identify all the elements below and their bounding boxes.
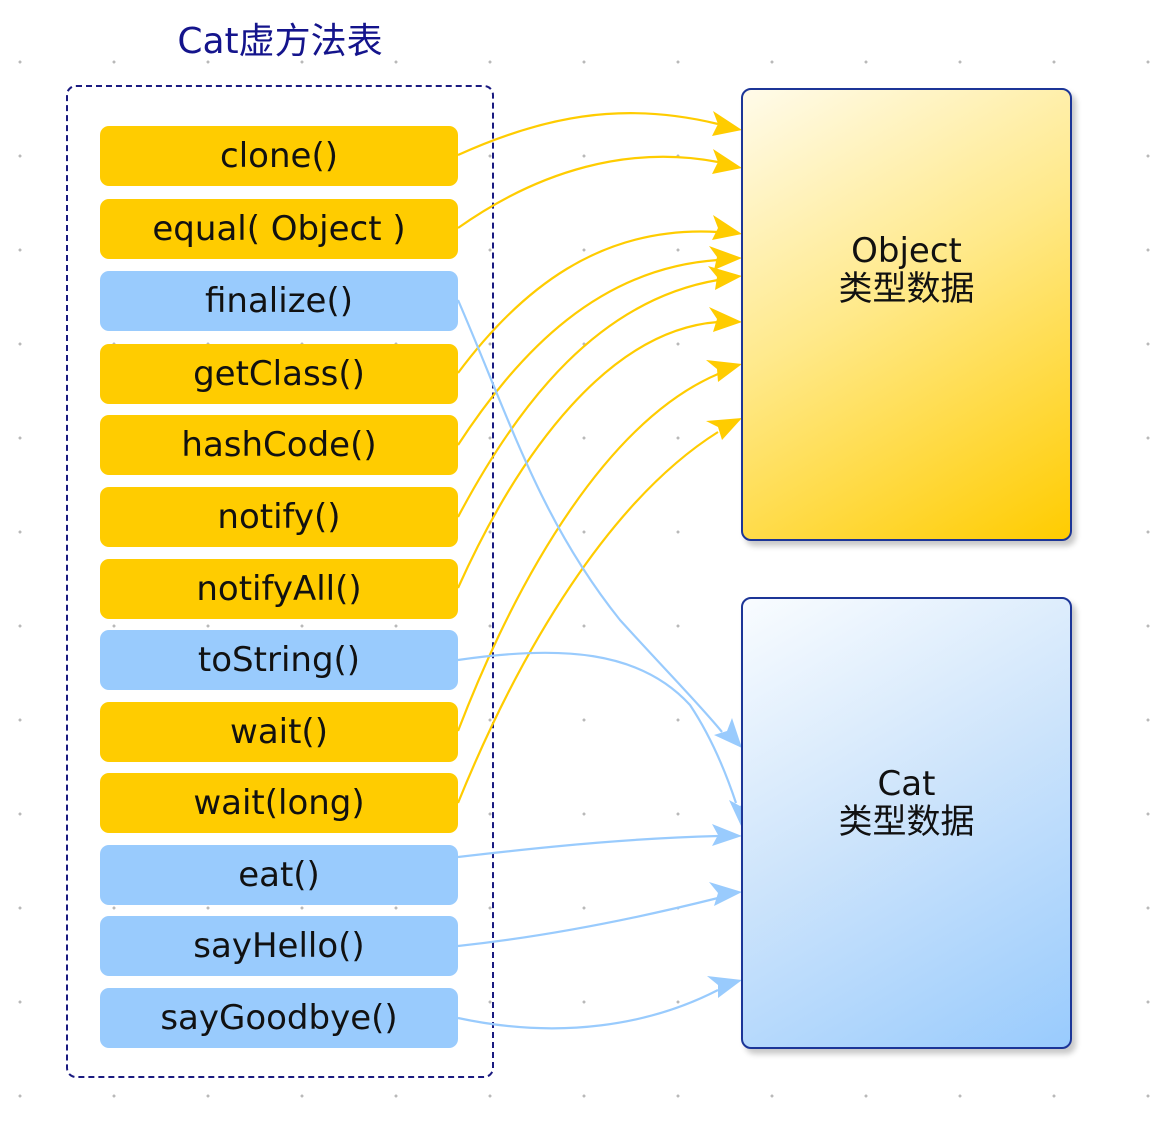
method-wait-long[interactable]: wait(long) [100,773,458,833]
method-hashcode[interactable]: hashCode() [100,415,458,475]
pointer-arrow [457,278,719,518]
pointer-arrow [457,834,719,859]
method-saygoodbye[interactable]: sayGoodbye() [100,988,458,1048]
arrowhead [707,976,742,998]
method-tostring[interactable]: toString() [100,630,458,690]
pointer-arrow [457,651,738,804]
pointer-arrow [457,155,719,229]
pointer-arrow [456,320,719,589]
cat-type-name: Cat [877,764,936,804]
pointer-arrow [457,112,719,157]
arrowhead [709,307,742,332]
cat-type-data-box[interactable]: Cat 类型数据 [741,597,1072,1049]
method-getclass[interactable]: getClass() [100,344,458,404]
pointer-arrow [457,230,719,374]
method-eat[interactable]: eat() [100,845,458,905]
object-type-data-box[interactable]: Object 类型数据 [741,88,1072,541]
arrowhead [708,266,742,290]
pointer-arrow [456,372,719,732]
method-wait[interactable]: wait() [100,702,458,762]
pointer-arrow [457,258,719,446]
object-type-name: Object [851,230,962,271]
cat-type-subtitle: 类型数据 [838,802,975,842]
pointer-arrow [457,896,719,948]
arrowhead [714,718,742,748]
method-notifyall[interactable]: notifyAll() [100,559,458,619]
arrowhead [712,215,742,240]
object-type-subtitle: 类型数据 [838,268,975,309]
pointer-arrow [456,431,719,804]
method-equal[interactable]: equal( Object ) [100,199,458,259]
arrowhead [709,246,742,270]
arrowhead [709,882,742,906]
pointer-arrow [456,299,723,733]
pointer-arrow [457,989,719,1030]
method-notify[interactable]: notify() [100,487,458,547]
arrowhead [706,360,742,382]
method-clone[interactable]: clone() [100,126,458,186]
method-sayhello[interactable]: sayHello() [100,916,458,976]
method-finalize[interactable]: finalize() [100,271,458,331]
